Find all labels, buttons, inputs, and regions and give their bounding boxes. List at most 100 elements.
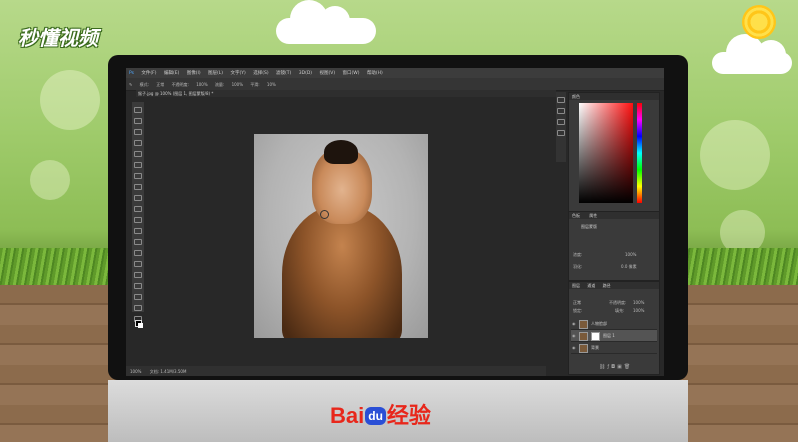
- lock-label: 锁定:: [573, 308, 583, 313]
- adjust-panel-icon[interactable]: [557, 119, 565, 125]
- color-field[interactable]: [579, 103, 633, 203]
- document-tab-bar: 猴子.jpg @ 100% (图层 1, 图层蒙版/8) *: [136, 90, 556, 97]
- paths-tab[interactable]: 路径: [603, 283, 611, 288]
- ps-logo-icon[interactable]: Ps: [129, 71, 134, 76]
- hue-slider[interactable]: [637, 103, 642, 203]
- layer-opacity-label: 不透明度:: [609, 300, 627, 305]
- brand-logo: 秒懂视频: [18, 26, 98, 50]
- menu-type[interactable]: 文字(Y): [231, 70, 246, 76]
- healing-brush-tool-icon[interactable]: [134, 173, 142, 179]
- density-value[interactable]: 100%: [625, 252, 636, 257]
- marquee-tool-icon[interactable]: [134, 118, 142, 124]
- cloud: [712, 34, 792, 74]
- menu-3d[interactable]: 3D(D): [299, 71, 312, 76]
- layer-row[interactable]: ◉ 人物脸部: [571, 318, 657, 330]
- gradient-tool-icon[interactable]: [134, 228, 142, 234]
- status-bar: 100% 文档: 1.41M/3.50M: [126, 366, 546, 376]
- menu-filter[interactable]: 滤镜(T): [276, 70, 291, 76]
- layer-opacity-value[interactable]: 100%: [633, 300, 644, 305]
- eyedropper-tool-icon[interactable]: [134, 162, 142, 168]
- blur-tool-icon[interactable]: [134, 239, 142, 245]
- bokeh-light: [30, 160, 70, 200]
- layer-thumbnail: [579, 320, 588, 329]
- fill-value[interactable]: 100%: [633, 308, 644, 313]
- history-brush-tool-icon[interactable]: [134, 206, 142, 212]
- dodge-tool-icon[interactable]: [134, 250, 142, 256]
- layers-panel: 图层 通道 路径 正常 不透明度: 100% 锁定: 填充: 100% ◉ 人物…: [568, 281, 660, 375]
- monkey-photo[interactable]: [254, 134, 428, 338]
- clone-stamp-tool-icon[interactable]: [134, 195, 142, 201]
- baidu-bai-text: Bai: [330, 403, 365, 428]
- menu-view[interactable]: 视图(V): [319, 70, 335, 76]
- layer-thumbnail: [579, 332, 588, 341]
- menu-layer[interactable]: 图层(L): [208, 70, 223, 76]
- visibility-eye-icon[interactable]: ◉: [572, 345, 576, 350]
- menu-window[interactable]: 窗口(W): [343, 70, 360, 76]
- layer-row-selected[interactable]: ◉ 图层 1: [571, 330, 657, 342]
- bokeh-light: [700, 120, 770, 190]
- menu-image[interactable]: 图像(I): [187, 70, 201, 76]
- sun-icon: [742, 5, 776, 39]
- lasso-tool-icon[interactable]: [134, 129, 142, 135]
- menu-bar: Ps 文件(F) 编辑(E) 图像(I) 图层(L) 文字(Y) 选择(S) 滤…: [126, 68, 664, 78]
- color-tab[interactable]: 颜色: [569, 93, 659, 100]
- menu-help[interactable]: 帮助(H): [367, 70, 383, 76]
- history-panel-icon[interactable]: [557, 97, 565, 103]
- tools-panel: [132, 102, 144, 328]
- hand-tool-icon[interactable]: [134, 305, 142, 311]
- eraser-tool-icon[interactable]: [134, 217, 142, 223]
- properties-panel: 色板 属性 图层蒙版 浓度: 100% 羽化: 0.0 像素: [568, 211, 660, 281]
- menu-select[interactable]: 选择(S): [253, 70, 268, 76]
- monkey-head-tuft: [324, 140, 358, 164]
- photoshop-window: Ps 文件(F) 编辑(E) 图像(I) 图层(L) 文字(Y) 选择(S) 滤…: [126, 68, 664, 376]
- jingyan-text: 经验: [386, 403, 431, 428]
- document-tab[interactable]: 猴子.jpg @ 100% (图层 1, 图层蒙版/8) *: [138, 91, 213, 97]
- layer-mask-thumbnail[interactable]: [591, 332, 600, 341]
- quick-select-tool-icon[interactable]: [134, 140, 142, 146]
- brush-preset-icon[interactable]: ✎: [129, 82, 132, 87]
- smooth-input[interactable]: 10%: [267, 82, 276, 87]
- feather-value[interactable]: 0.0 像素: [621, 264, 637, 270]
- density-label: 浓度:: [573, 252, 583, 257]
- feather-label: 羽化:: [573, 264, 583, 269]
- delete-layer-icon[interactable]: 🗑: [624, 364, 632, 370]
- visibility-eye-icon[interactable]: ◉: [572, 333, 576, 338]
- swatches-tab[interactable]: 色板: [572, 213, 580, 218]
- panel-dock-icons: [556, 92, 566, 162]
- char-panel-icon[interactable]: [557, 130, 565, 136]
- brush-tool-icon[interactable]: [134, 184, 142, 190]
- layer-name: 人物脸部: [591, 321, 607, 326]
- crop-tool-icon[interactable]: [134, 151, 142, 157]
- bokeh-light: [40, 70, 100, 130]
- background-color-swatch[interactable]: [138, 323, 143, 328]
- canvas-area[interactable]: [146, 98, 546, 366]
- mode-select[interactable]: 正常: [156, 82, 164, 88]
- zoom-level[interactable]: 100%: [130, 369, 141, 374]
- monkey-body: [282, 204, 402, 338]
- visibility-eye-icon[interactable]: ◉: [572, 321, 576, 326]
- opacity-input[interactable]: 100%: [196, 82, 207, 87]
- properties-tab[interactable]: 属性: [589, 213, 597, 218]
- opacity-label: 不透明度:: [171, 82, 189, 87]
- mask-type: 图层蒙版: [581, 224, 597, 229]
- baidu-paw-icon: du: [365, 407, 386, 425]
- shape-tool-icon[interactable]: [134, 294, 142, 300]
- layer-thumbnail: [579, 344, 588, 353]
- fill-label: 填充:: [615, 308, 625, 313]
- layer-name: 图层 1: [603, 333, 615, 338]
- channels-tab[interactable]: 通道: [587, 283, 595, 288]
- brush-panel-icon[interactable]: [557, 108, 565, 114]
- pen-tool-icon[interactable]: [134, 261, 142, 267]
- layers-tab[interactable]: 图层: [572, 283, 580, 288]
- layer-row[interactable]: ◉ 背景: [571, 342, 657, 354]
- move-tool-icon[interactable]: [134, 107, 142, 113]
- color-panel: 颜色: [568, 92, 660, 212]
- new-layer-icon[interactable]: ▣: [617, 364, 624, 370]
- path-select-tool-icon[interactable]: [134, 283, 142, 289]
- type-tool-icon[interactable]: [134, 272, 142, 278]
- cloud: [276, 0, 376, 44]
- menu-file[interactable]: 文件(F): [141, 70, 156, 76]
- menu-edit[interactable]: 编辑(E): [164, 70, 179, 76]
- blend-mode-select[interactable]: 正常: [573, 300, 581, 306]
- flow-input[interactable]: 100%: [232, 82, 243, 87]
